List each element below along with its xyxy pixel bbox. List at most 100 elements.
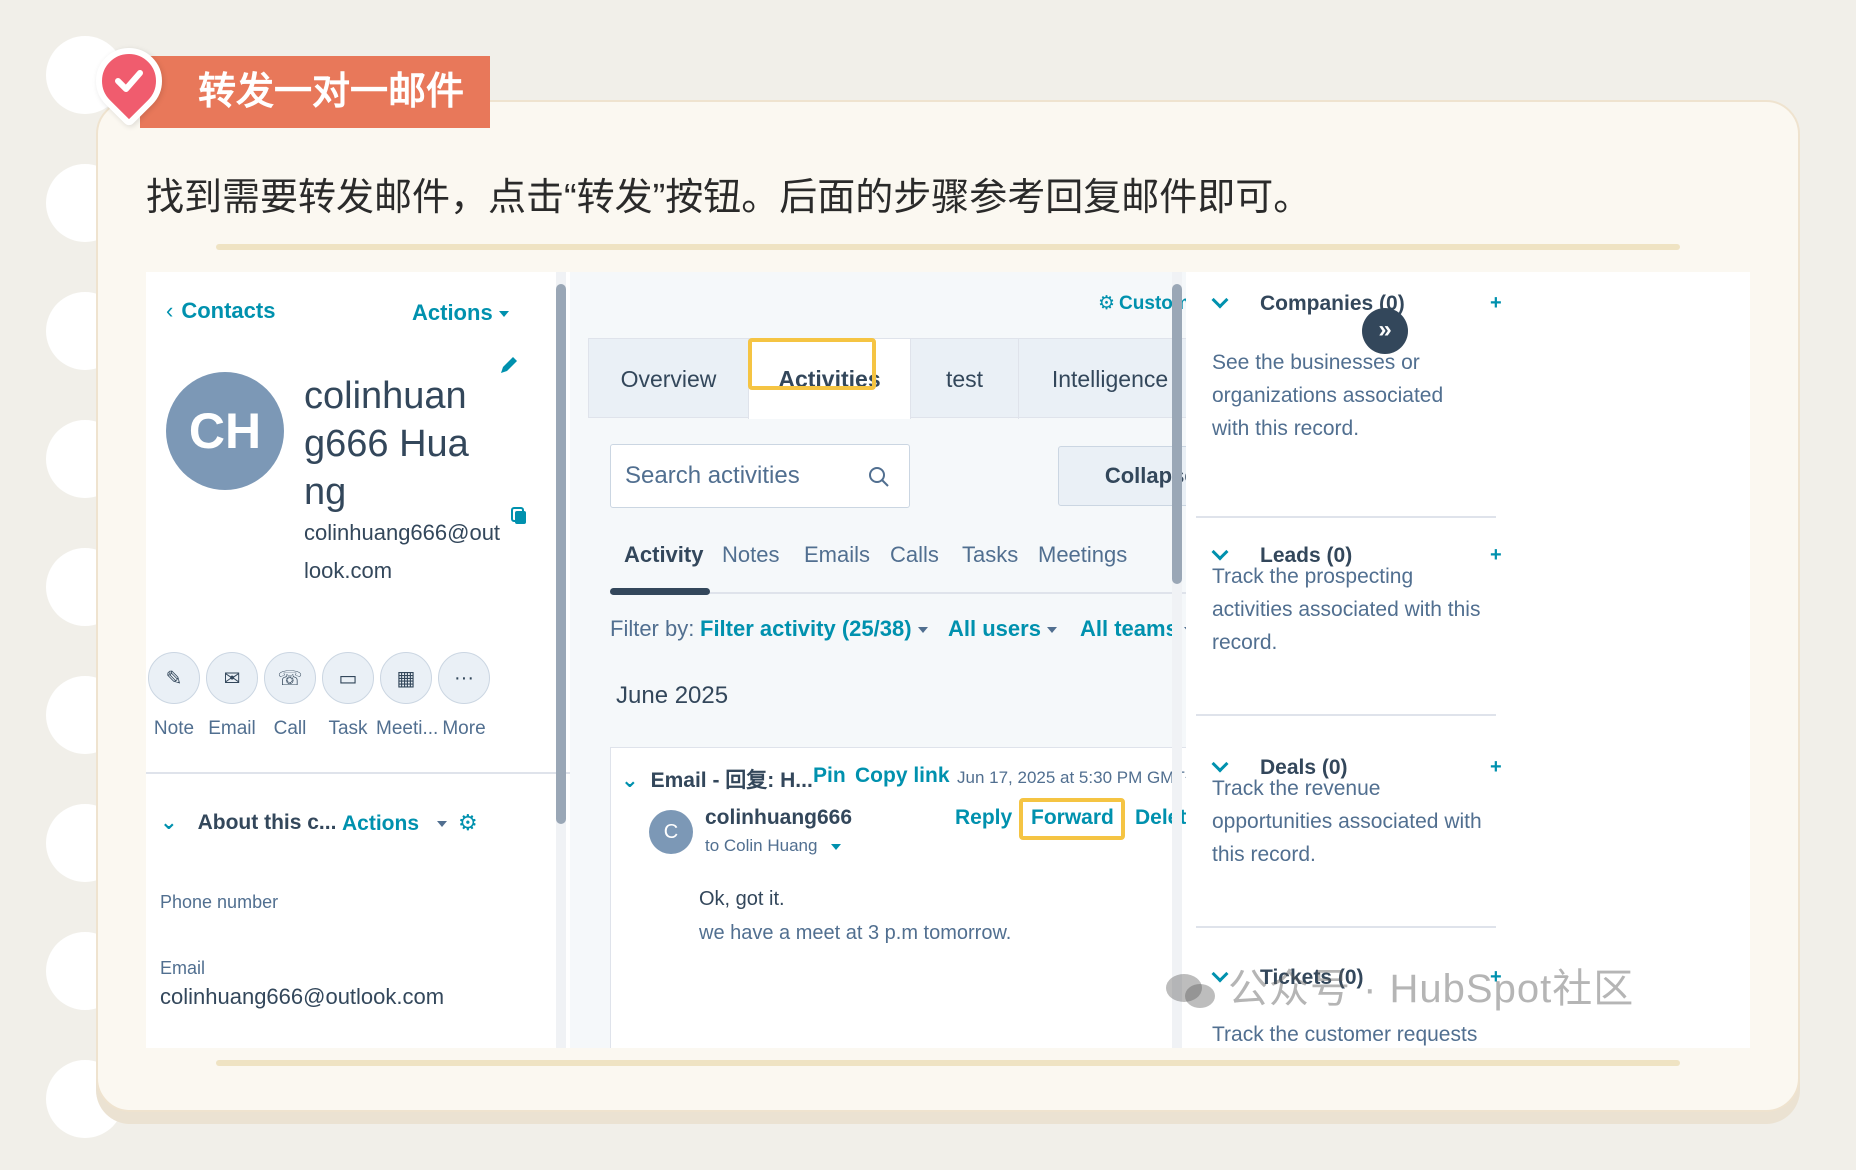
email-value: colinhuang666@outlook.com [160, 984, 445, 1009]
quick-action-call[interactable]: ☏ Call [260, 652, 320, 740]
phone-label: Phone number [160, 892, 279, 912]
email-body-line: Ok, got it. [699, 888, 785, 910]
caret-down-icon [917, 627, 928, 634]
contact-email: colinhuang666@outlook.com [304, 520, 501, 583]
quick-action-task[interactable]: ▭ Task [318, 652, 378, 740]
avatar: CH [166, 372, 284, 490]
all-teams-label: All teams [1080, 616, 1178, 641]
recipient-dropdown[interactable]: to Colin Huang [705, 836, 842, 856]
chevron-down-icon: ⌄ [160, 811, 178, 834]
watermark-text: 公众号 · HubSpot社区 [1228, 967, 1635, 1011]
meeting-icon: ▦ [380, 652, 432, 704]
activities-tab-highlight [748, 338, 876, 390]
search-activities-input[interactable]: Search activities [610, 444, 910, 508]
section-divider [1196, 714, 1496, 716]
companies-description: See the businesses or organizations asso… [1212, 351, 1444, 440]
back-to-contacts-link[interactable]: ‹ Contacts [166, 298, 275, 324]
filter-activity-label: Filter activity (25/38) [700, 616, 912, 641]
quick-action-label: Task [328, 718, 368, 739]
add-icon[interactable]: + [1490, 756, 1502, 779]
recipient-text: to Colin Huang [705, 836, 818, 855]
section-divider [1196, 516, 1496, 518]
quick-action-note[interactable]: ✎ Note [146, 652, 204, 740]
email-timestamp: Jun 17, 2025 at 5:30 PM GMT+8 [957, 768, 1205, 787]
gear-icon[interactable]: ⚙ [458, 810, 478, 836]
reply-button[interactable]: Reply [955, 806, 1012, 830]
watermark: 公众号 · HubSpot社区 [1164, 956, 1634, 1014]
sender-avatar: C [649, 810, 693, 854]
subtab-calls[interactable]: Calls [890, 542, 939, 568]
about-title: About this c... [197, 811, 337, 834]
email-label: Email [160, 958, 206, 978]
quick-action-email[interactable]: ✉ Email [202, 652, 262, 740]
actions-dropdown[interactable]: Actions [412, 300, 509, 326]
quick-action-label: Meeti... [376, 718, 439, 739]
hubspot-screenshot: ‹ Contacts Actions CH colinhuang666 Huang… [146, 272, 1750, 1048]
sender-name: colinhuang666 [705, 806, 853, 829]
copy-link[interactable]: Copy link [855, 764, 950, 788]
note-icon: ✎ [148, 652, 200, 704]
caret-down-icon [1046, 627, 1057, 634]
all-users-dropdown[interactable]: All users [948, 616, 1057, 642]
forward-button-highlight [1019, 798, 1125, 840]
contact-sidebar: ‹ Contacts Actions CH colinhuang666 Huang… [146, 272, 572, 1048]
more-icon: ··· [438, 652, 490, 704]
filter-by-label: Filter by: [610, 616, 695, 641]
caret-down-icon [498, 311, 509, 318]
subtab-meetings[interactable]: Meetings [1038, 542, 1127, 568]
tab-test[interactable]: test [911, 339, 1019, 419]
divider-bottom [216, 1060, 1680, 1066]
quick-action-more[interactable]: ··· More [434, 652, 494, 740]
wechat-icon [1166, 974, 1215, 1009]
about-actions-label: Actions [342, 812, 420, 835]
back-link-label: Contacts [181, 298, 276, 323]
quick-action-label: Email [208, 718, 256, 739]
about-section-header[interactable]: ⌄ About this c... [160, 810, 336, 835]
copy-icon[interactable] [510, 506, 528, 531]
about-actions-dropdown[interactable]: Actions [342, 812, 448, 836]
instruction-text: 找到需要转发邮件，点击“转发”按钮。后面的步骤参考回复邮件即可。 [146, 177, 1312, 219]
deals-description: Track the revenue opportunities associat… [1212, 777, 1482, 866]
subtab-tasks[interactable]: Tasks [962, 542, 1018, 568]
task-icon: ▭ [322, 652, 374, 704]
pin-link[interactable]: Pin [813, 764, 846, 788]
chevron-down-icon[interactable] [1211, 543, 1229, 561]
actions-label: Actions [412, 300, 493, 325]
caret-down-icon [831, 843, 842, 850]
email-subject-text: Email - 回复: H... [650, 769, 813, 792]
chevron-down-icon[interactable] [1211, 291, 1229, 309]
section-divider [1196, 926, 1496, 928]
add-icon[interactable]: + [1490, 544, 1502, 567]
filter-activity-dropdown[interactable]: Filter activity (25/38) [700, 616, 928, 642]
subtab-notes[interactable]: Notes [722, 542, 779, 568]
quick-action-label: Call [273, 718, 307, 739]
caret-down-icon [437, 821, 448, 828]
search-icon [867, 445, 891, 507]
quick-action-meeting[interactable]: ▦ Meeti... [376, 652, 439, 740]
email-icon: ✉ [206, 652, 258, 704]
chevron-left-icon: ‹ [166, 298, 174, 323]
active-subtab-indicator [610, 588, 710, 595]
chevron-down-icon[interactable] [1211, 755, 1229, 773]
email-subject[interactable]: ⌄ Email - 回复: H... [621, 764, 813, 794]
all-users-label: All users [948, 616, 1041, 641]
chevron-down-icon: ⌄ [621, 769, 639, 792]
subtab-emails[interactable]: Emails [804, 542, 870, 568]
expand-sidebar-button[interactable]: » [1362, 308, 1408, 354]
step-title: 转发一对一邮件 [140, 56, 490, 128]
middle-scrollbar-thumb[interactable] [1172, 284, 1182, 584]
double-chevron-right-icon: » [1378, 316, 1392, 343]
left-scrollbar-thumb[interactable] [556, 284, 566, 824]
quick-action-label: Note [153, 718, 195, 739]
tab-overview[interactable]: Overview [589, 339, 749, 419]
quick-action-label: More [442, 718, 486, 739]
contact-name: colinhuang666 Huang [304, 375, 469, 513]
month-label: June 2025 [616, 682, 729, 709]
search-placeholder: Search activities [625, 462, 800, 489]
edit-pencil-icon[interactable] [498, 354, 520, 381]
tickets-description: Track the customer requests [1212, 1023, 1478, 1046]
checkmark-icon [115, 70, 143, 92]
add-icon[interactable]: + [1490, 292, 1502, 315]
subtab-activity[interactable]: Activity [624, 542, 703, 568]
divider-top [216, 244, 1680, 250]
